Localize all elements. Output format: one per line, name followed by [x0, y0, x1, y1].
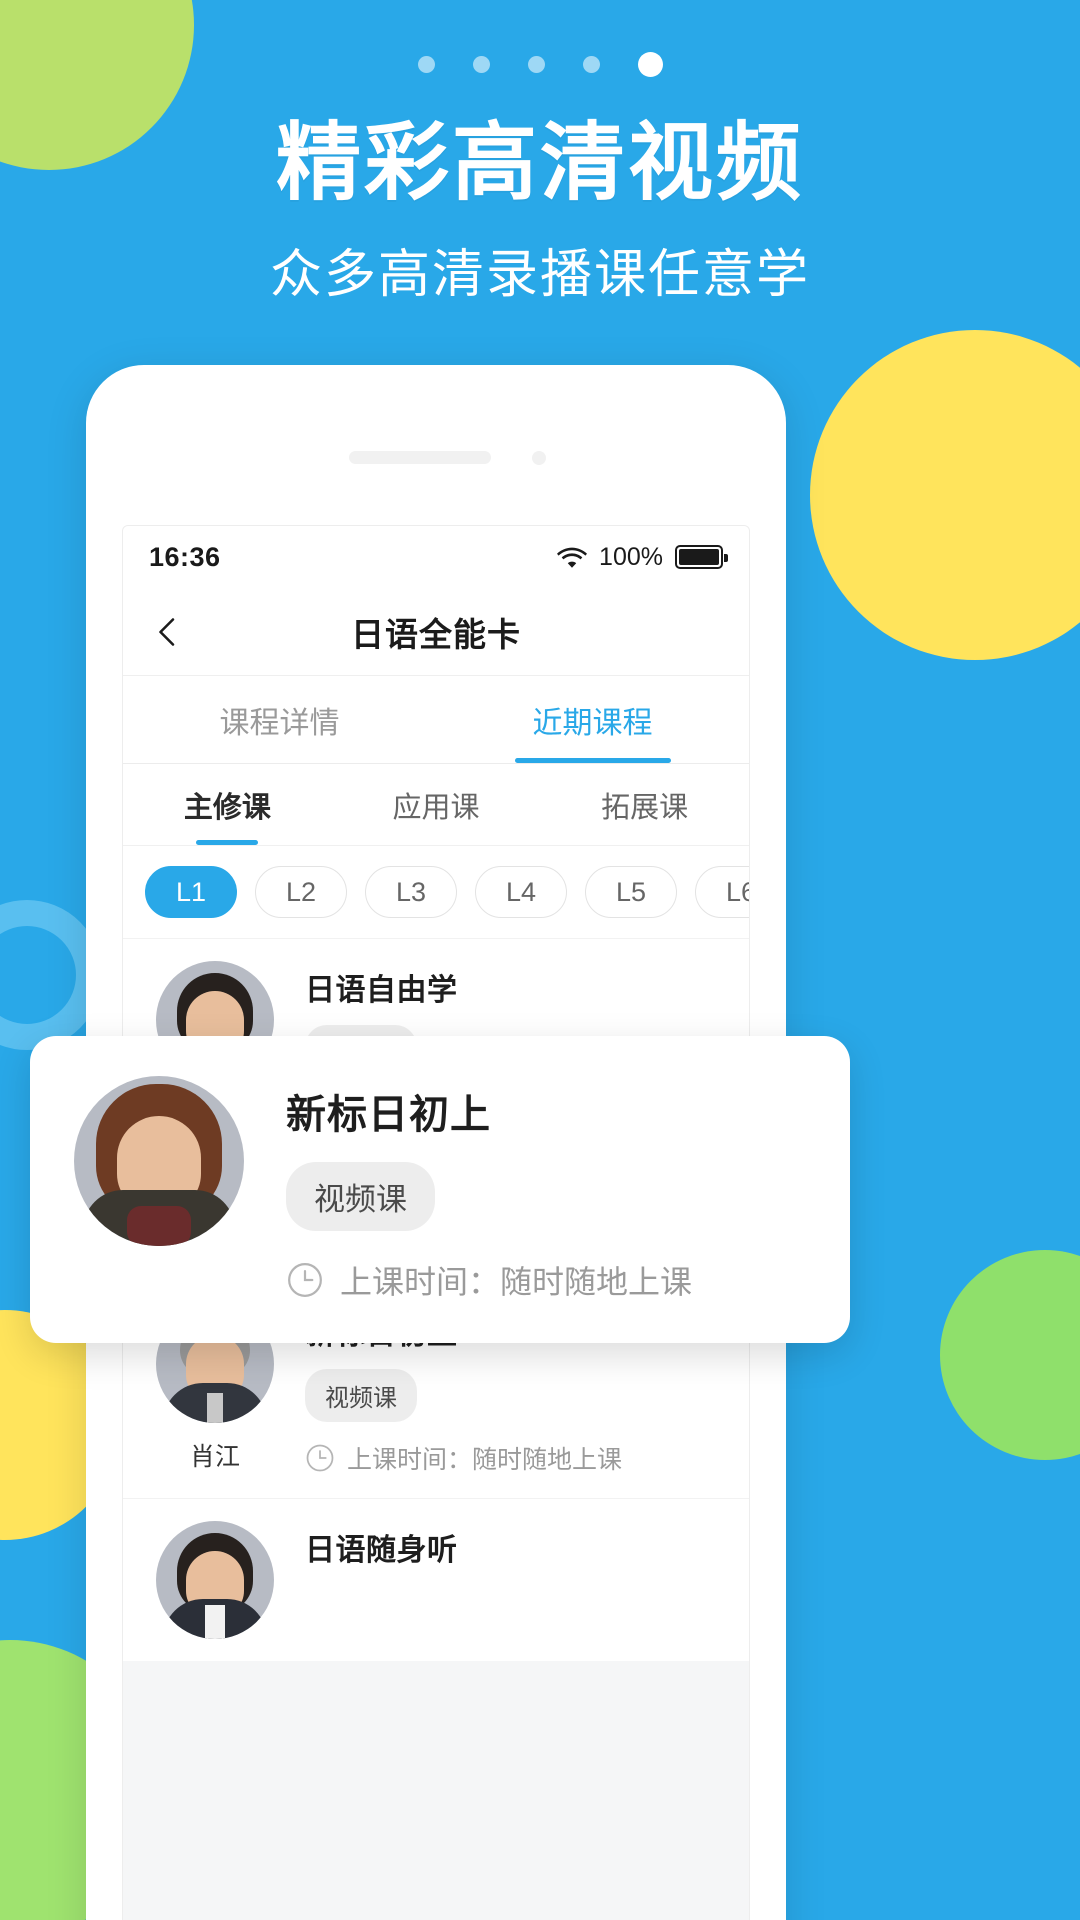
clock-icon [306, 1444, 334, 1472]
pagination-dot-3[interactable] [527, 56, 545, 73]
course-tabs: 课程详情 近期课程 [123, 676, 749, 764]
teacher-name: 肖江 [189, 1443, 240, 1471]
pagination-dot-4[interactable] [582, 56, 600, 73]
course-title: 日语自由学 [305, 974, 458, 1007]
phone-camera-icon [532, 451, 546, 465]
level-chip-l3-label: L3 [395, 876, 427, 907]
avatar [74, 1076, 244, 1246]
tab-recent-courses[interactable]: 近期课程 [436, 676, 749, 763]
level-filter-bar[interactable]: L1 L2 L3 L4 L5 L6 L7 [123, 846, 749, 938]
decor-circle-green-bottomright [940, 1250, 1080, 1460]
subtab-extension[interactable]: 拓展课 [540, 764, 749, 845]
course-subtabs: 主修课 应用课 拓展课 [123, 764, 749, 846]
nav-bar: 日语全能卡 [123, 588, 749, 676]
subtab-major-label: 主修课 [183, 791, 271, 824]
level-chip-l6-label: L6 [725, 876, 749, 907]
level-chip-l4[interactable]: L4 [475, 866, 567, 918]
level-chip-l5-label: L5 [615, 876, 647, 907]
level-chip-l6[interactable]: L6 [695, 866, 749, 918]
pagination-dot-5-active[interactable] [637, 52, 663, 77]
level-chip-l4-label: L4 [505, 876, 537, 907]
course-avatar-column [149, 1521, 281, 1639]
chevron-left-icon [159, 617, 175, 646]
table-row[interactable]: 日语随身听 [123, 1498, 749, 1661]
pagination-dot-2[interactable] [472, 56, 490, 73]
status-bar-indicators: 100% [557, 542, 728, 572]
course-info: 日语随身听 [281, 1521, 723, 1569]
clock-icon [288, 1263, 322, 1297]
level-chip-l1[interactable]: L1 [145, 866, 237, 918]
course-time-row: 上课时间：随时随地上课 [305, 1440, 723, 1476]
highlighted-course-time-text: 上课时间：随时随地上课 [340, 1264, 693, 1300]
phone-top-bezel [86, 365, 786, 493]
battery-full-icon [675, 545, 728, 569]
status-bar-time: 16:36 [149, 541, 221, 572]
highlighted-status-badge: 视频课 [286, 1162, 435, 1231]
promo-subheadline: 众多高清录播课任意学 [269, 245, 810, 304]
level-chip-l2-label: L2 [285, 876, 317, 907]
level-chip-l3[interactable]: L3 [365, 866, 457, 918]
tab-recent-courses-label: 近期课程 [532, 706, 653, 740]
promo-text-block: 精彩高清视频 众多高清录播课任意学 [0, 118, 1080, 307]
promo-screen: 精彩高清视频 众多高清录播课任意学 16:36 100% 日语全能卡 课程详情 … [0, 0, 1080, 1920]
highlighted-course-info: 新标日初上 视频课 上课时间：随时随地上课 [244, 1076, 692, 1303]
phone-speaker-icon [349, 451, 491, 464]
subtab-applied[interactable]: 应用课 [332, 764, 541, 845]
subtab-extension-label: 拓展课 [601, 791, 689, 824]
wifi-icon [557, 547, 588, 568]
subtab-major[interactable]: 主修课 [123, 764, 332, 845]
course-title: 日语随身听 [305, 1534, 458, 1567]
battery-percent-label: 100% [599, 542, 663, 571]
highlighted-course-card[interactable]: 新标日初上 视频课 上课时间：随时随地上课 [30, 1036, 850, 1343]
highlighted-course-title: 新标日初上 [286, 1093, 491, 1137]
course-time-text: 上课时间：随时随地上课 [347, 1446, 623, 1474]
pagination-dots[interactable] [0, 52, 1080, 77]
level-chip-l1-label: L1 [175, 876, 207, 907]
subtab-applied-label: 应用课 [392, 791, 480, 824]
tab-course-detail[interactable]: 课程详情 [123, 676, 436, 763]
status-bar: 16:36 100% [123, 526, 749, 588]
level-chip-l5[interactable]: L5 [585, 866, 677, 918]
decor-circle-yellow-right [810, 330, 1080, 660]
page-title: 日语全能卡 [351, 615, 521, 653]
highlighted-course-time-row: 上课时间：随时随地上课 [286, 1257, 692, 1303]
level-chip-l2[interactable]: L2 [255, 866, 347, 918]
back-button[interactable] [145, 609, 191, 655]
tab-course-detail-label: 课程详情 [219, 706, 340, 740]
status-badge: 视频课 [305, 1369, 417, 1422]
pagination-dot-1[interactable] [417, 56, 435, 73]
avatar [156, 1521, 274, 1639]
promo-headline: 精彩高清视频 [275, 116, 804, 211]
